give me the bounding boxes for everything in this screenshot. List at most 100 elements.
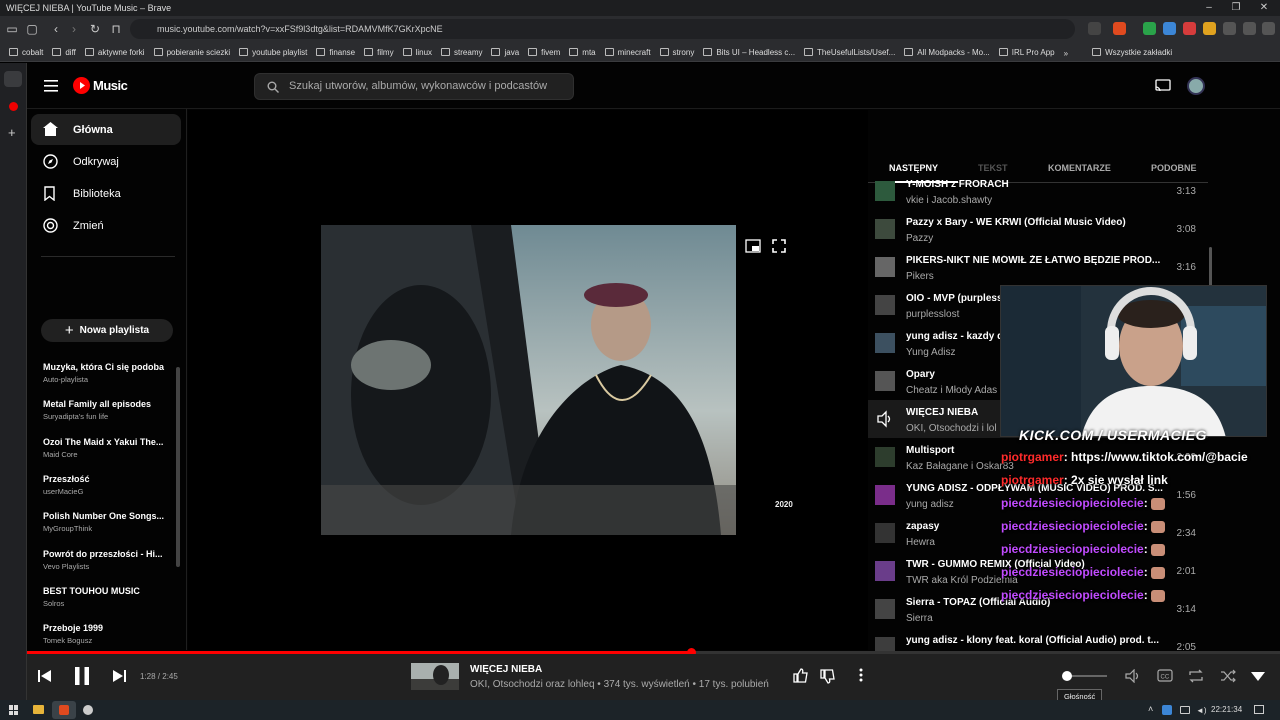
next-icon[interactable] (113, 670, 126, 682)
nav-item-home[interactable]: Główna (31, 114, 181, 145)
dislike-icon[interactable] (820, 669, 835, 684)
bookmark-item[interactable]: » (1064, 44, 1068, 62)
bookmark-item[interactable]: mta (569, 42, 596, 61)
expand-player-icon[interactable] (1251, 672, 1265, 681)
bookmark-item[interactable]: java (491, 42, 520, 61)
bookmark-item[interactable]: strony (659, 42, 694, 61)
avatar[interactable] (1187, 77, 1205, 95)
app-taskbar-icon[interactable] (83, 705, 93, 715)
close-icon[interactable]: ✕ (1250, 0, 1278, 16)
music-icon[interactable] (1243, 22, 1256, 35)
track-title[interactable]: WIĘCEJ NIEBA (470, 664, 542, 675)
address-bar[interactable]: music.youtube.com/watch?v=xxFSf9l3dtg&li… (130, 19, 1075, 39)
playlist-item[interactable]: Ozoi The Maid x Yakui The... Maid Core (43, 437, 173, 459)
bookmark-item[interactable]: filmy (364, 42, 394, 61)
start-icon[interactable] (9, 705, 19, 715)
miniplayer-icon[interactable] (745, 239, 761, 253)
bookmark-item[interactable]: Bits UI – Headless c... (703, 42, 795, 61)
nav-item-explore[interactable]: Odkrywaj (31, 146, 181, 177)
queue-item[interactable]: Y-MOISH z FRORACH vkie i Jacob.shawty 3:13 (868, 172, 1208, 210)
volume-icon[interactable] (1125, 669, 1141, 683)
playlist-item[interactable]: Przeszłość userMacieG (43, 474, 173, 496)
playlist-subtitle: Suryadipta's fun life (43, 412, 109, 422)
extension-red-icon[interactable] (1183, 22, 1196, 35)
brave-shields-icon[interactable] (1113, 22, 1126, 35)
playlist-item[interactable]: Muzyka, która Ci się podoba Auto-playlist… (43, 362, 173, 384)
minimize-icon[interactable]: – (1195, 0, 1223, 16)
video-player[interactable] (321, 225, 736, 535)
forward-icon[interactable]: › (66, 20, 82, 38)
bookmark-label: java (504, 47, 520, 57)
bookmark-item[interactable]: finanse (316, 42, 355, 61)
add-panel-icon[interactable]: + (8, 125, 16, 140)
bookmark-item[interactable]: pobieranie sciezki (153, 42, 230, 61)
previous-icon[interactable] (38, 670, 51, 682)
like-icon[interactable] (793, 668, 808, 683)
hamburger-menu-icon[interactable] (44, 80, 58, 92)
bookmark-item[interactable]: fivem (528, 42, 561, 61)
bookmark-item[interactable]: cobalt (9, 42, 43, 61)
repeat-icon[interactable] (1188, 669, 1204, 683)
volume-handle[interactable] (1062, 671, 1073, 681)
queue-item[interactable]: Pazzy x Bary - WE KRWI (Official Music V… (868, 210, 1208, 248)
sidebar-toggle-icon[interactable]: ▭ (4, 20, 20, 38)
playlist-item[interactable]: BEST TOUHOU MUSIC Solros (43, 586, 173, 608)
volume-slider[interactable] (1062, 671, 1107, 681)
divider (41, 256, 175, 257)
chat-emote-icon (1151, 520, 1166, 533)
bookmark-item[interactable]: All Modpacks - Mo... (904, 42, 990, 61)
extensions-icon[interactable] (1223, 22, 1236, 35)
nav-item-library[interactable]: Biblioteka (31, 178, 181, 209)
queue-scrollbar[interactable] (1209, 247, 1212, 287)
speaker-icon[interactable]: ◄) (1196, 706, 1207, 715)
bookmark-item[interactable]: youtube playlist (239, 42, 307, 61)
bookmark-item[interactable]: IRL Pro App (998, 42, 1055, 61)
pause-icon[interactable] (74, 667, 90, 685)
nav-item-upgrade[interactable]: Zmień (31, 210, 181, 241)
menu-icon[interactable] (1262, 22, 1275, 35)
bookmark-item[interactable]: diff (52, 42, 76, 61)
tabs-icon[interactable]: ▢ (24, 20, 40, 38)
queue-item[interactable]: PIKERS-NIKT NIE MÓWIŁ ŻE ŁATWO BĘDZIE PR… (868, 248, 1208, 286)
file-explorer-icon[interactable] (33, 705, 44, 714)
scrollbar[interactable] (176, 367, 180, 567)
youtube-music-logo[interactable]: Music (73, 77, 128, 94)
playlist-item[interactable]: Przeboje 1999 Tomek Bogusz (43, 623, 173, 645)
reload-icon[interactable]: ↻ (87, 20, 103, 38)
folder-icon (491, 48, 501, 56)
playlist-item[interactable]: Powrót do przeszłości - Hi... Vevo Playli… (43, 549, 173, 571)
bookmark-item[interactable]: TheUsefulLists/Usef... (804, 42, 895, 61)
bookmark-item[interactable]: aktywne forki (84, 42, 145, 61)
album-art[interactable] (411, 663, 459, 690)
cast-icon[interactable] (1155, 79, 1171, 92)
captions-icon[interactable]: CC (1157, 669, 1173, 682)
sidebar-panel-icon[interactable] (4, 71, 22, 87)
more-options-icon[interactable] (859, 668, 863, 682)
maximize-icon[interactable]: ❐ (1222, 0, 1250, 16)
brave-taskbar-button[interactable] (52, 701, 76, 719)
bookmark-item[interactable]: linux (402, 42, 432, 61)
bookmark-icon[interactable]: ⊓ (108, 20, 124, 38)
shuffle-icon[interactable] (1220, 669, 1236, 683)
search-input[interactable]: Szukaj utworów, albumów, wykonawców i po… (254, 73, 574, 100)
new-playlist-button[interactable]: + Nowa playlista (41, 319, 173, 342)
new-playlist-label: Nowa playlista (79, 325, 150, 336)
bookmark-label: fivem (541, 47, 561, 57)
tray-chevron-icon[interactable]: ˄ (1148, 704, 1153, 714)
bookmark-item[interactable]: minecraft (604, 42, 651, 61)
network-icon[interactable] (1180, 706, 1190, 714)
bookmark-item[interactable]: Wszystkie zakładki (1092, 42, 1172, 61)
chat-username: piecdziesieciopieciolecie (1001, 496, 1144, 510)
youtube-music-icon[interactable] (9, 102, 18, 111)
extension-icon[interactable] (1163, 22, 1176, 35)
playlist-item[interactable]: Metal Family all episodes Suryadipta's fu… (43, 399, 173, 421)
tray-app-icon[interactable] (1162, 705, 1172, 715)
extension-check-icon[interactable] (1143, 22, 1156, 35)
playlist-item[interactable]: Polish Number One Songs... MyGroupThink (43, 511, 173, 533)
notifications-icon[interactable] (1254, 705, 1264, 714)
fullscreen-icon[interactable] (772, 239, 786, 253)
bookmark-item[interactable]: streamy (441, 42, 482, 61)
cast-icon[interactable] (1088, 22, 1101, 35)
back-icon[interactable]: ‹ (48, 20, 64, 38)
extension-yellow-icon[interactable] (1203, 22, 1216, 35)
